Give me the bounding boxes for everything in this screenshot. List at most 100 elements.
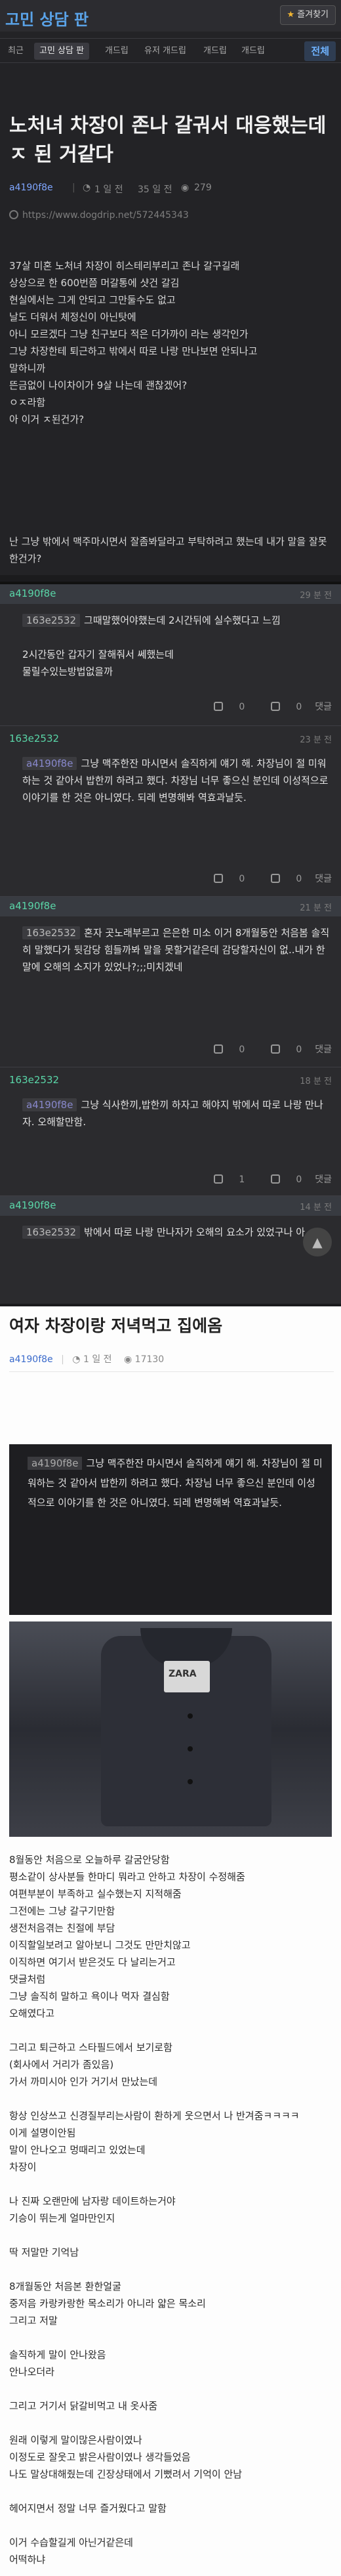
- article-title: 여자 차장이랑 저녁먹고 집에옴: [9, 1316, 223, 1335]
- tab-board[interactable]: 고민 상담 판: [34, 43, 90, 60]
- post-line: 그냥 차장한테 퇴근하고 밖에서 따로 나랑 만나보면 안되나고: [9, 345, 258, 357]
- board-title[interactable]: 고민 상담 판: [5, 7, 89, 30]
- comment-line-3: 물릴수있는방법없을까: [22, 666, 113, 677]
- post-url-text[interactable]: https://www.dogdrip.net/572445343: [22, 210, 189, 221]
- article-line: 댓글처럼: [9, 1973, 46, 1985]
- comment-author[interactable]: a4190f8e: [9, 1199, 56, 1211]
- comment-body: 밖에서 따로 나랑 만나자가 오해의 요소가 있었구나 아: [84, 1226, 306, 1238]
- tab-gaedrip[interactable]: 개드립: [100, 43, 134, 60]
- favorite-label: 즐겨찾기: [297, 10, 329, 20]
- quoted-comment: a4190f8e 그냥 맥주한잔 마시면서 솔직하게 얘기 해. 차장님이 절 미…: [9, 1444, 332, 1615]
- comment-header: a4190f8e 29 분 전: [0, 584, 341, 604]
- reply-to-tag[interactable]: 163e2532: [22, 614, 81, 627]
- article-line: [9, 2329, 334, 2346]
- article-line: 8월동안 처음으로 오늘하루 갈굼안당함: [9, 1854, 170, 1866]
- post-line: ㅇㅈ라함: [9, 397, 46, 408]
- article-body: 8월동안 처음으로 오늘하루 갈굼안당함 평소같이 상사분들 한마디 뭐라고 안…: [9, 1851, 334, 2568]
- post-line: 날도 더워서 체정신이 아닌탓에: [9, 311, 136, 323]
- comment-text: 163e2532 밖에서 따로 나랑 만나자가 오해의 요소가 있었구나 아: [22, 1224, 331, 1241]
- comment-line-1: 그때말했어야했는데 2시간뒤에 실수했다고 느낌: [84, 614, 281, 626]
- arrow-up-icon: ▲: [312, 1234, 323, 1250]
- reply-button[interactable]: 댓글: [315, 1044, 332, 1055]
- article-line: 나 진짜 오랜만에 남자랑 데이트하는거야: [9, 2195, 176, 2207]
- comment-line-2: 2시간동안 갑자기 잘해줘서 쎄했는데: [22, 649, 174, 660]
- post-author[interactable]: a4190f8e: [9, 182, 53, 193]
- thumb-down-icon: [271, 1174, 281, 1184]
- article-line: [9, 2415, 334, 2432]
- reply-to-tag[interactable]: a4190f8e: [22, 1098, 77, 1111]
- article-line: 어떡하냐: [9, 2554, 46, 2565]
- post-line: 말하니까: [9, 362, 46, 374]
- reply-to-tag[interactable]: 163e2532: [22, 1226, 81, 1239]
- like-count: 0: [239, 874, 245, 884]
- comment-actions: 0 0 댓글: [188, 700, 332, 717]
- dislike-button[interactable]: 0: [258, 702, 302, 712]
- like-count: 1: [239, 1174, 245, 1185]
- post-time: 1 일 전: [94, 184, 123, 195]
- reply-to-tag[interactable]: a4190f8e: [22, 757, 77, 770]
- tab-gaedrip-2[interactable]: 개드립: [198, 43, 232, 60]
- article-line: (회사에서 거리가 좀있음): [9, 2059, 114, 2071]
- comment-author[interactable]: 163e2532: [9, 733, 59, 744]
- reply-button[interactable]: 댓글: [315, 874, 332, 884]
- article-line: 말이 안나오고 멍때리고 있었는데: [9, 2144, 146, 2156]
- article-line: 이직하면 여기서 받은것도 다 날리는거고: [9, 1956, 176, 1968]
- thumb-down-icon: [271, 874, 281, 883]
- article-line: 솔직하게 말이 안나왔음: [9, 2349, 106, 2361]
- tab-gaedrip-3[interactable]: 개드립: [236, 43, 270, 60]
- dislike-count: 0: [296, 1174, 302, 1185]
- tab-recent[interactable]: 최근: [3, 43, 29, 60]
- article-line: 이게 설명이안됨: [9, 2127, 76, 2139]
- article-line: 기승이 뛰는게 얼마만인지: [9, 2212, 115, 2224]
- like-count: 0: [239, 1044, 245, 1055]
- comment-author[interactable]: a4190f8e: [9, 588, 56, 599]
- tab-user-gaedrip[interactable]: 유저 개드립: [139, 43, 191, 60]
- like-button[interactable]: 0: [201, 1044, 245, 1055]
- eye-icon: ◉: [124, 1354, 135, 1365]
- post-footer-text: 난 그냥 밖에서 맥주마시면서 잘좀봐달라고 부탁하려고 했는데 내가 말을 잘…: [9, 536, 327, 565]
- tab-all[interactable]: 전체: [304, 41, 336, 61]
- clock-icon: ◔: [72, 1354, 83, 1365]
- article-line: 오해였다고: [9, 2007, 55, 2019]
- post-line: 현실에서는 그게 안되고 그만둘수도 없고: [9, 294, 176, 306]
- shirt-photo: ZARA: [9, 1621, 332, 1837]
- like-count: 0: [239, 702, 245, 712]
- dislike-count: 0: [296, 874, 302, 884]
- article-line: 원래 이렇게 말이많은사람이였나: [9, 2434, 142, 2446]
- comment-header: a4190f8e 14 분 전: [0, 1196, 341, 1216]
- reply-button[interactable]: 댓글: [315, 1174, 332, 1185]
- like-button[interactable]: 0: [201, 874, 245, 884]
- like-button[interactable]: 0: [201, 702, 245, 712]
- thumb-up-icon: [214, 1174, 224, 1184]
- dislike-button[interactable]: 0: [258, 1044, 302, 1055]
- reply-to-tag[interactable]: 163e2532: [22, 926, 81, 939]
- reply-button[interactable]: 댓글: [315, 702, 332, 712]
- article-line: 생전처음겪는 친절에 부담: [9, 1922, 115, 1934]
- thumb-up-icon: [214, 874, 224, 883]
- article-meta: a4190f8e | ◔ 1 일 전 ◉ 17130: [9, 1352, 334, 1372]
- article-line: 이거 수습할길게 아닌거같은데: [9, 2537, 133, 2548]
- favorite-button[interactable]: ★ 즐겨찾기: [279, 5, 336, 25]
- post-url[interactable]: https://www.dogdrip.net/572445343: [9, 210, 189, 221]
- post-line: 아니 모르겠다 그냥 친구보다 적은 더가까이 라는 생각인가: [9, 328, 249, 340]
- comment: 163e2532 23 분 전 a4190f8e 그냥 맥주한잔 마시면서 솔직하…: [0, 726, 341, 897]
- comment-author[interactable]: a4190f8e: [9, 900, 56, 912]
- clothing-tag-label: ZARA: [169, 1669, 197, 1679]
- post-line: 37살 미혼 노처녀 차장이 히스테리부리고 존나 갈구길래: [9, 260, 240, 272]
- comment: a4190f8e 29 분 전 163e2532 그때말했어야했는데 2시간뒤에 …: [0, 584, 341, 726]
- article-time: 1 일 전: [83, 1354, 112, 1365]
- article-author[interactable]: a4190f8e: [9, 1354, 53, 1365]
- article-line: [9, 2261, 334, 2278]
- comment-author[interactable]: 163e2532: [9, 1074, 59, 1086]
- like-button[interactable]: 1: [201, 1174, 245, 1185]
- dislike-button[interactable]: 0: [258, 1174, 302, 1185]
- shirt-button: [188, 1746, 193, 1751]
- comment-actions: 0 0 댓글: [188, 1042, 332, 1060]
- article-line: [9, 2090, 334, 2107]
- dislike-button[interactable]: 0: [258, 874, 302, 884]
- eye-icon: ◉: [181, 182, 190, 193]
- quote-author: a4190f8e: [28, 1457, 83, 1470]
- article-line: 나도 말상대해줬는데 긴장상태에서 기뻤려서 기억이 안남: [9, 2468, 243, 2480]
- comment-date: 23 분 전: [300, 735, 332, 745]
- scroll-top-button[interactable]: ▲: [303, 1228, 332, 1256]
